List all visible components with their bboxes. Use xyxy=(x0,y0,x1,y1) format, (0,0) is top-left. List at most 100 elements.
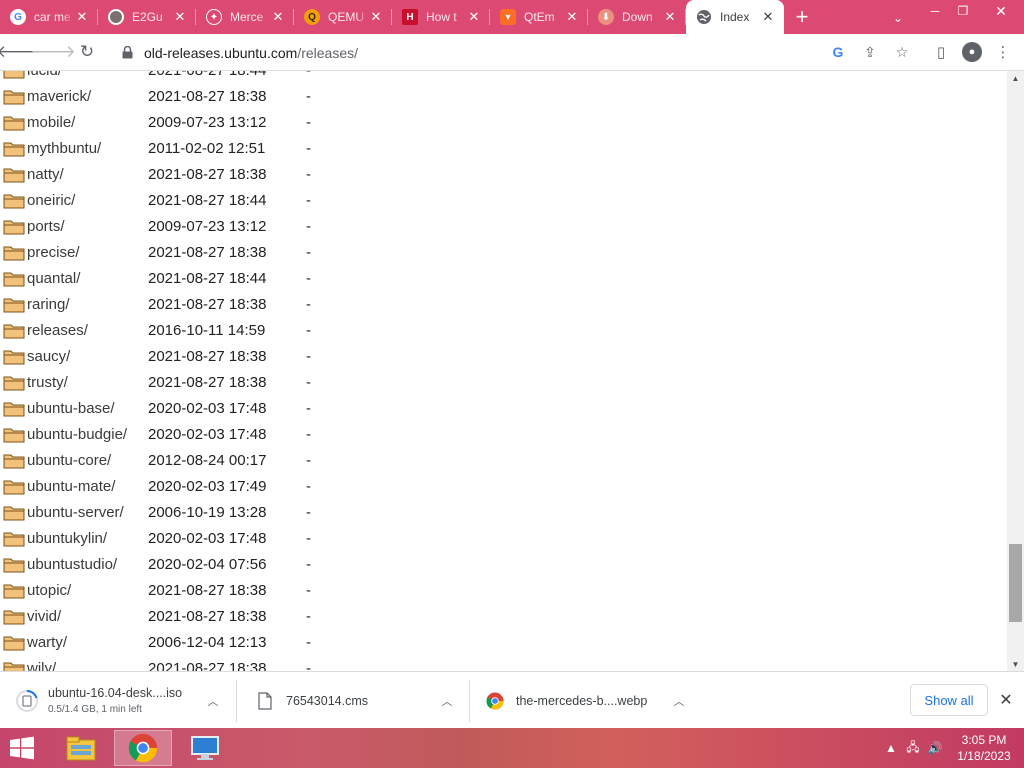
chevron-up-icon[interactable]: ︿ xyxy=(438,692,456,710)
close-tab-icon[interactable]: ✕ xyxy=(760,9,776,25)
tab-3[interactable]: Q QEMU ✕ xyxy=(294,0,392,34)
chevron-up-icon[interactable]: ︿ xyxy=(670,692,688,710)
close-tab-icon[interactable]: ✕ xyxy=(368,9,384,25)
scroll-up-arrow-icon[interactable]: ▲ xyxy=(1007,71,1024,85)
share-icon[interactable]: ⇪ xyxy=(860,42,880,62)
remote-desktop-icon[interactable] xyxy=(176,730,234,766)
directory-link[interactable]: mythbuntu/ xyxy=(27,140,148,157)
chevron-up-icon[interactable]: ︿ xyxy=(204,692,222,710)
tab-7-active[interactable]: Index ✕ xyxy=(686,0,784,34)
modified-date: 2006-12-04 12:13 xyxy=(148,633,267,651)
window-close-icon[interactable]: ✕ xyxy=(984,0,1018,22)
tab-2[interactable]: ✦ Merce ✕ xyxy=(196,0,294,34)
forward-arrow-icon[interactable]: 🡒 xyxy=(30,37,76,67)
directory-link[interactable]: releases/ xyxy=(27,322,148,339)
bookmark-star-icon[interactable]: ☆ xyxy=(892,42,912,62)
menu-kebab-icon[interactable]: ⋮ xyxy=(990,38,1016,66)
google-icon[interactable]: G xyxy=(828,42,848,62)
listing-row: ubuntu-mate/2020-02-03 17:49 - xyxy=(0,473,311,499)
tab-0[interactable]: G car me ✕ xyxy=(0,0,98,34)
directory-link[interactable]: natty/ xyxy=(27,166,148,183)
directory-link[interactable]: oneiric/ xyxy=(27,192,148,209)
close-tab-icon[interactable]: ✕ xyxy=(662,9,678,25)
file-icon xyxy=(254,690,276,712)
directory-link[interactable]: ubuntu-server/ xyxy=(27,504,148,521)
scroll-down-arrow-icon[interactable]: ▼ xyxy=(1007,657,1024,671)
directory-link[interactable]: trusty/ xyxy=(27,374,148,391)
file-size: - xyxy=(306,555,311,573)
listing-row: ubuntustudio/2020-02-04 07:56 - xyxy=(0,551,311,577)
modified-date: 2021-08-27 18:38 xyxy=(148,659,267,672)
lock-icon[interactable] xyxy=(118,44,136,62)
profile-avatar-icon[interactable]: ● xyxy=(962,42,982,62)
volume-icon[interactable]: 🔊 xyxy=(924,741,946,755)
directory-link[interactable]: ubuntu-mate/ xyxy=(27,478,148,495)
divider xyxy=(469,680,470,722)
file-explorer-icon[interactable] xyxy=(52,730,110,766)
directory-link[interactable]: ports/ xyxy=(27,218,148,235)
download-page-icon: ⬇ xyxy=(598,9,614,25)
download-meta: ubuntu-16.04-desk....iso 0.5/1.4 GB, 1 m… xyxy=(48,686,182,715)
restore-icon[interactable]: ❐ xyxy=(946,0,980,22)
listing-row: saucy/2021-08-27 18:38 - xyxy=(0,343,311,369)
directory-link[interactable]: utopic/ xyxy=(27,582,148,599)
close-tab-icon[interactable]: ✕ xyxy=(466,9,482,25)
reload-icon[interactable]: ↻ xyxy=(72,37,102,67)
listing-row: maverick/2021-08-27 18:38 - xyxy=(0,83,311,109)
tab-6[interactable]: ⬇ Down ✕ xyxy=(588,0,686,34)
directory-link[interactable]: raring/ xyxy=(27,296,148,313)
side-panel-icon[interactable]: ▯ xyxy=(928,38,954,66)
modified-date: 2021-08-27 18:38 xyxy=(148,373,267,391)
modified-date: 2021-08-27 18:38 xyxy=(148,295,267,313)
listing-row: precise/2021-08-27 18:38 - xyxy=(0,239,311,265)
system-clock[interactable]: 3:05 PM 1/18/2023 xyxy=(952,732,1016,764)
directory-link[interactable]: maverick/ xyxy=(27,88,148,105)
close-tab-icon[interactable]: ✕ xyxy=(270,9,286,25)
directory-link[interactable]: ubuntustudio/ xyxy=(27,556,148,573)
network-icon[interactable]: 🖧 xyxy=(902,738,924,759)
download-item-0[interactable]: ubuntu-16.04-desk....iso 0.5/1.4 GB, 1 m… xyxy=(16,672,226,729)
modified-date: 2020-02-03 17:48 xyxy=(148,425,267,443)
directory-link[interactable]: lucid/ xyxy=(27,71,148,79)
listing-row: ubuntukylin/2020-02-03 17:48 - xyxy=(0,525,311,551)
folder-icon xyxy=(3,452,25,469)
directory-link[interactable]: warty/ xyxy=(27,634,148,651)
windows-start-icon[interactable] xyxy=(8,736,38,760)
directory-link[interactable]: vivid/ xyxy=(27,608,148,625)
close-tab-icon[interactable]: ✕ xyxy=(564,9,580,25)
close-tab-icon[interactable]: ✕ xyxy=(74,9,90,25)
show-hidden-icons-icon[interactable]: ▲ xyxy=(880,741,902,755)
download-item-1[interactable]: 76543014.cms ︿ xyxy=(254,672,464,729)
directory-link[interactable]: ubuntukylin/ xyxy=(27,530,148,547)
listing-row: ubuntu-server/2006-10-19 13:28 - xyxy=(0,499,311,525)
page-scrollbar[interactable]: ▲ ▼ xyxy=(1007,71,1024,671)
directory-link[interactable]: ubuntu-core/ xyxy=(27,452,148,469)
gitlab-icon: ▾ xyxy=(500,9,516,25)
address-bar[interactable]: old-releases.ubuntu.com/releases/ G ⇪ ☆ xyxy=(108,38,920,67)
close-tab-icon[interactable]: ✕ xyxy=(172,9,188,25)
directory-link[interactable]: quantal/ xyxy=(27,270,148,287)
close-shelf-icon[interactable]: ✕ xyxy=(996,690,1016,710)
url-text[interactable]: old-releases.ubuntu.com/releases/ xyxy=(144,45,358,61)
directory-link[interactable]: ubuntu-budgie/ xyxy=(27,426,148,443)
folder-icon xyxy=(3,140,25,157)
tab-4[interactable]: H How t ✕ xyxy=(392,0,490,34)
modified-date: 2020-02-03 17:48 xyxy=(148,399,267,417)
directory-link[interactable]: precise/ xyxy=(27,244,148,261)
tab-1[interactable]: E2Gu ✕ xyxy=(98,0,196,34)
directory-link[interactable]: ubuntu-base/ xyxy=(27,400,148,417)
divider xyxy=(236,680,237,722)
chrome-icon[interactable] xyxy=(114,730,172,766)
modified-date: 2021-08-27 18:38 xyxy=(148,581,267,599)
tab-5[interactable]: ▾ QtEm ✕ xyxy=(490,0,588,34)
scrollbar-thumb[interactable] xyxy=(1009,544,1022,622)
modified-date: 2021-08-27 18:38 xyxy=(148,243,267,261)
download-status: 0.5/1.4 GB, 1 min left xyxy=(48,704,142,715)
tab-search-chevron-icon[interactable]: ⌄ xyxy=(888,8,908,28)
directory-link[interactable]: saucy/ xyxy=(27,348,148,365)
directory-link[interactable]: mobile/ xyxy=(27,114,148,131)
download-item-2[interactable]: the-mercedes-b....webp ︿ xyxy=(484,672,694,729)
show-all-downloads-button[interactable]: Show all xyxy=(910,684,988,716)
directory-link[interactable]: wily/ xyxy=(27,660,148,672)
new-tab-button[interactable]: + xyxy=(784,0,820,34)
